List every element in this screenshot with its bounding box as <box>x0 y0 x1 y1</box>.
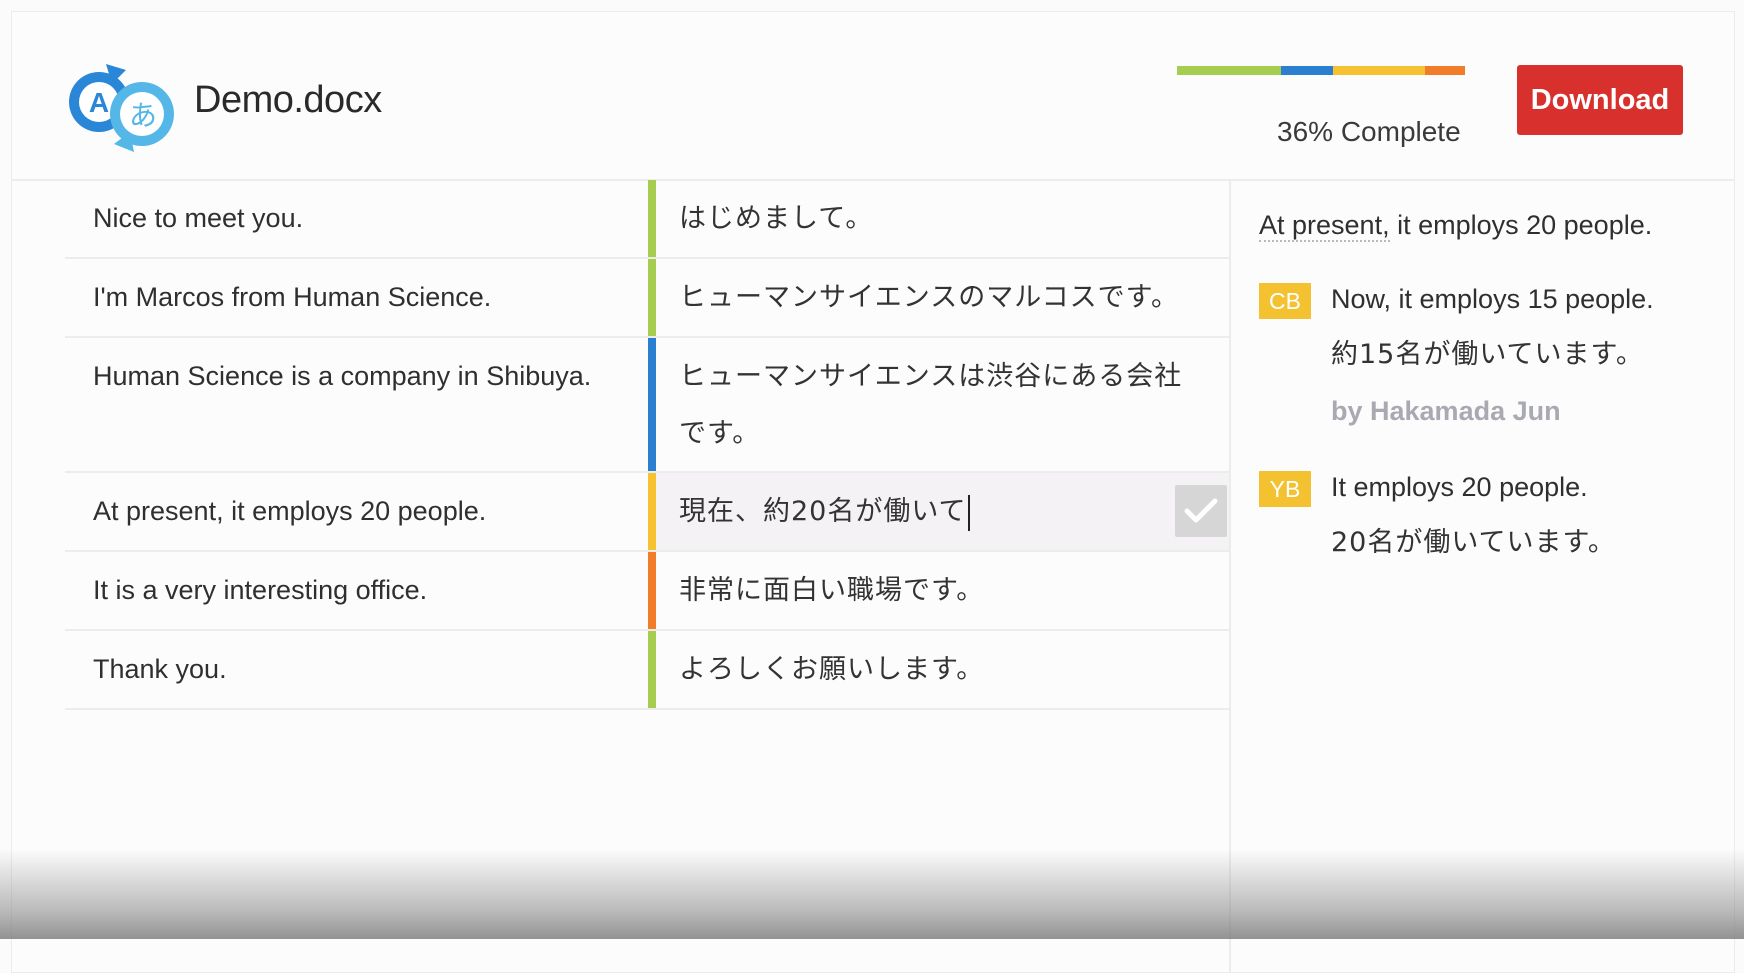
app-window: A あ Demo.docx 36% Complete Download Nice… <box>11 11 1735 973</box>
download-button[interactable]: Download <box>1517 65 1683 135</box>
document-title: Demo.docx <box>194 79 382 121</box>
source-text: Human Science is a company in Shibuya. <box>93 361 592 391</box>
translator-badge: YB <box>1259 471 1311 507</box>
panel-source-text: At present, it employs 20 people. <box>1259 210 1719 242</box>
segment-row: Thank you. よろしくお願いします。 <box>65 631 1229 710</box>
header: A あ Demo.docx 36% Complete Download <box>12 12 1734 181</box>
source-text: Nice to meet you. <box>93 203 304 233</box>
target-text[interactable]: ヒューマンサイエンスは渋谷にある会社です。 <box>679 338 1199 462</box>
status-bar <box>648 259 656 336</box>
segment-row: It is a very interesting office. 非常に面白い職… <box>65 552 1229 631</box>
target-cell[interactable]: ヒューマンサイエンスのマルコスです。 <box>656 259 1229 336</box>
status-bar <box>648 338 656 471</box>
segment-row: I'm Marcos from Human Science. ヒューマンサイエン… <box>65 259 1229 338</box>
suggestion-translation: 20名が働いています。 <box>1331 527 1616 558</box>
target-input[interactable]: 現在、約20名が働いて <box>679 473 1199 540</box>
text-caret <box>967 494 970 531</box>
progress-segment <box>1177 66 1281 75</box>
segment-table: Nice to meet you. はじめまして。 I'm Marcos fro… <box>65 180 1229 710</box>
suggestion-author: by Hakamada Jun <box>1331 396 1561 426</box>
progress-segment <box>1332 66 1425 75</box>
target-input-text: 現在、約20名が働いて <box>679 496 967 527</box>
progress-label: 36% Complete <box>1277 116 1461 147</box>
source-text: I'm Marcos from Human Science. <box>93 282 492 312</box>
svg-text:A: A <box>89 87 109 118</box>
source-text: At present, it employs 20 people. <box>93 496 487 526</box>
progress-segment <box>1280 66 1333 75</box>
suggestion-source: Now, it employs 15 people. <box>1331 284 1654 314</box>
segment-row-active: At present, it employs 20 people. 現在、約20… <box>65 473 1229 552</box>
status-bar <box>648 552 656 629</box>
panel-source-rest: it employs 20 people. <box>1389 210 1653 240</box>
svg-text:あ: あ <box>129 99 157 132</box>
progress-segment <box>1424 66 1465 75</box>
suggestion-panel: At present, it employs 20 people. CB Now… <box>1259 180 1719 561</box>
source-text: It is a very interesting office. <box>93 575 428 605</box>
target-editor[interactable]: 現在、約20名が働いて <box>656 473 1229 550</box>
target-text[interactable]: よろしくお願いします。 <box>679 631 1199 698</box>
confirm-button[interactable] <box>1175 485 1227 537</box>
panel-divider <box>1229 180 1231 972</box>
status-bar <box>648 473 656 550</box>
target-cell[interactable]: よろしくお願いします。 <box>656 631 1229 708</box>
target-cell[interactable]: 非常に面白い職場です。 <box>656 552 1229 629</box>
target-cell[interactable]: ヒューマンサイエンスは渋谷にある会社です。 <box>656 338 1229 471</box>
translator-badge: CB <box>1259 283 1311 319</box>
status-bar <box>648 180 656 257</box>
suggestion-item[interactable]: YB It employs 20 people. 20名が働いています。 <box>1259 469 1719 561</box>
translate-logo-icon: A あ <box>69 64 174 152</box>
segment-row: Human Science is a company in Shibuya. ヒ… <box>65 338 1229 473</box>
status-bar <box>648 631 656 708</box>
source-text: Thank you. <box>93 654 227 684</box>
target-text[interactable]: はじめまして。 <box>679 180 1199 247</box>
target-cell[interactable]: はじめまして。 <box>656 180 1229 257</box>
progress-bar <box>1177 66 1465 75</box>
target-text[interactable]: ヒューマンサイエンスのマルコスです。 <box>679 259 1199 326</box>
suggestion-translation: 約15名が働いています。 <box>1331 339 1644 370</box>
suggestion-item[interactable]: CB Now, it employs 15 people. 約15名が働いていま… <box>1259 281 1719 429</box>
target-text[interactable]: 非常に面白い職場です。 <box>679 552 1199 619</box>
segment-row: Nice to meet you. はじめまして。 <box>65 180 1229 259</box>
suggestion-source: It employs 20 people. <box>1331 472 1588 502</box>
matched-term[interactable]: At present, <box>1259 210 1390 242</box>
checkmark-icon <box>1184 498 1218 523</box>
